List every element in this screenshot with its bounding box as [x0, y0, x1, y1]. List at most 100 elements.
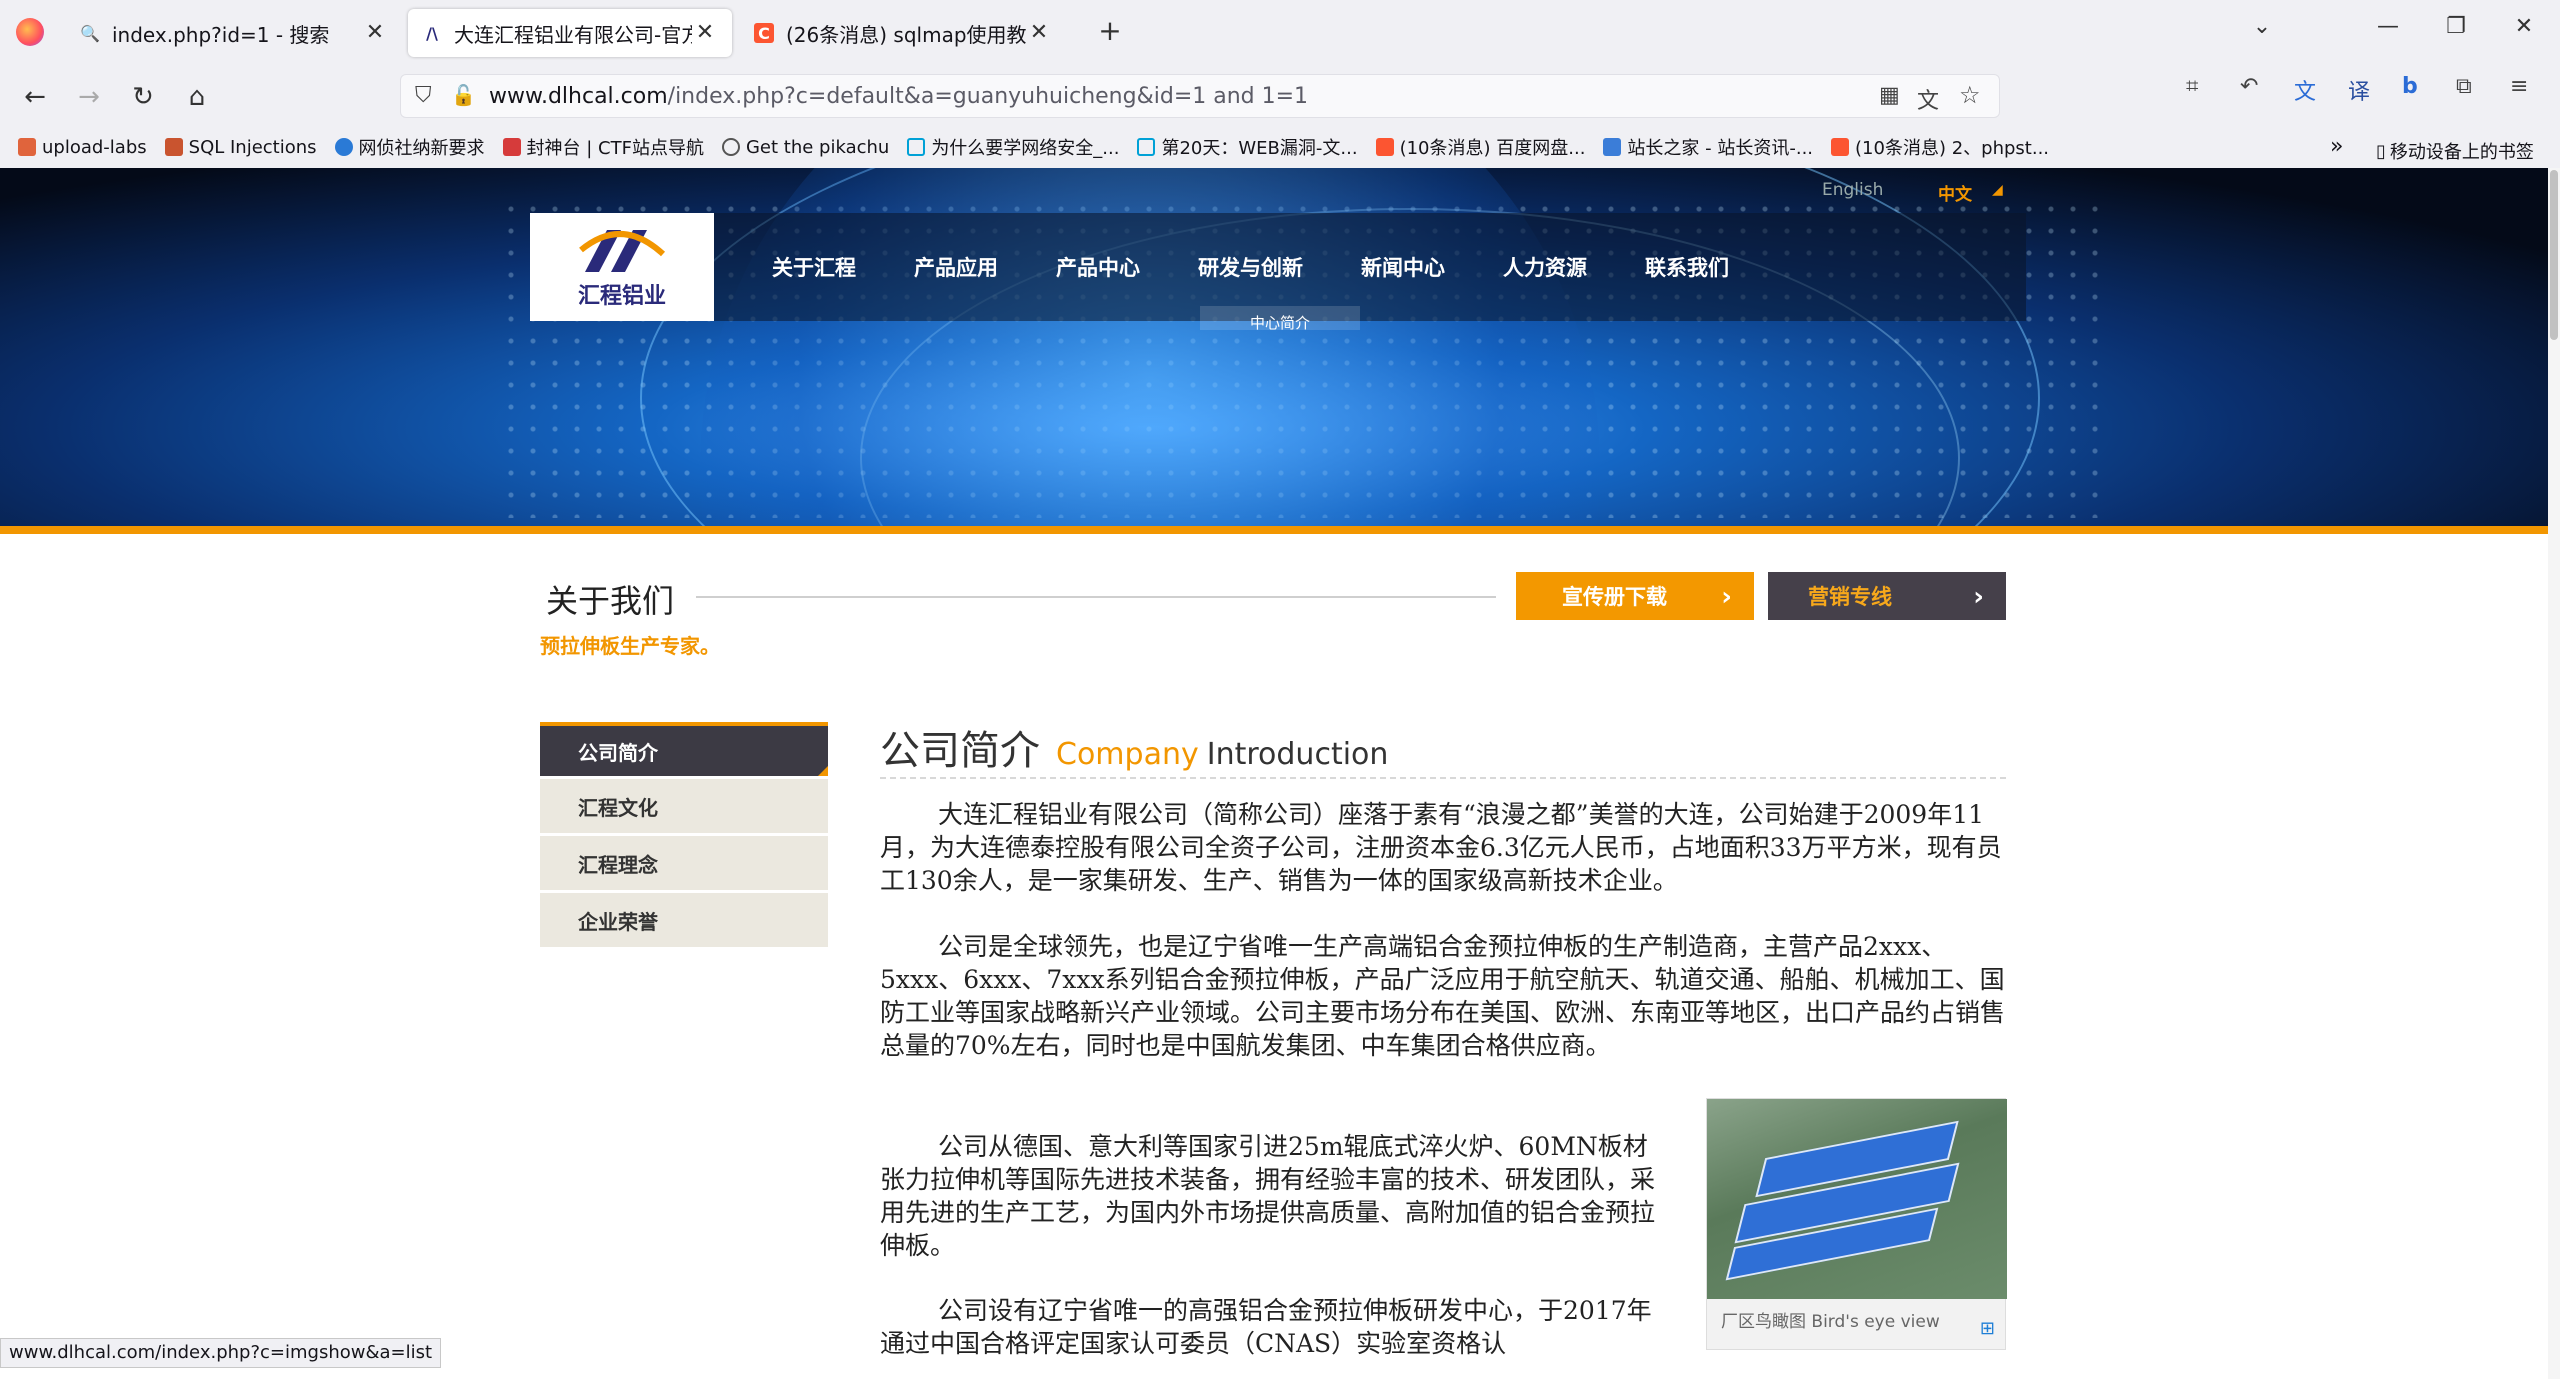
minimize-button[interactable]: —: [2368, 14, 2408, 39]
reload-button[interactable]: ↻: [124, 78, 162, 116]
subnav-item[interactable]: 中心简介: [1250, 314, 1310, 330]
tab-sqlmap[interactable]: C (26条消息) sqlmap使用教程(超 ✕: [740, 9, 1066, 57]
section-subtitle: 预拉伸板生产专家。: [540, 634, 720, 658]
main-nav: 关于汇程 产品应用 产品中心 研发与创新 新闻中心 人力资源 联系我们: [714, 213, 2026, 321]
nav-bar: ← → ↻ ⌂ ⛉ 🔓 www.dlhcal.com/index.php?c=d…: [0, 66, 2560, 126]
bookmark-item[interactable]: upload-labs: [18, 137, 147, 158]
qr-code-icon[interactable]: ▦: [1879, 83, 1900, 108]
nav-about[interactable]: 关于汇程: [772, 252, 856, 282]
bilibili-icon: [1137, 138, 1156, 156]
lang-chinese[interactable]: 中文: [1938, 180, 1972, 205]
close-icon[interactable]: ✕: [362, 20, 388, 46]
csdn-icon: [1831, 138, 1850, 156]
sales-hotline-button[interactable]: 营销专线 ›: [1768, 572, 2006, 620]
side-item-label: 公司简介: [578, 740, 658, 765]
bookmark-item[interactable]: (10条消息) 2、phpst...: [1831, 134, 2049, 160]
bookmark-item[interactable]: SQL Injections: [164, 136, 317, 158]
content-title-en1: Company: [1056, 737, 1199, 772]
side-menu: 公司简介 汇程文化 汇程理念 企业荣誉: [540, 722, 828, 950]
side-item-label: 汇程文化: [578, 795, 658, 820]
lang-english[interactable]: English: [1822, 180, 1883, 200]
nav-contact[interactable]: 联系我们: [1645, 252, 1729, 282]
bookmark-label: 站长之家 - 站长资讯-...: [1627, 138, 1814, 159]
bookmark-label: Get the pikachu: [745, 136, 890, 158]
new-tab-button[interactable]: +: [1090, 14, 1130, 47]
translate-page-icon[interactable]: 译: [2348, 74, 2370, 106]
bookmark-item[interactable]: Get the pikachu: [721, 136, 890, 158]
firefox-menu-icon[interactable]: [16, 18, 44, 46]
url-host: www.dlhcal.com: [489, 83, 668, 109]
close-icon[interactable]: ✕: [1026, 20, 1052, 46]
bookmark-item[interactable]: (10条消息) 百度网盘...: [1375, 134, 1585, 160]
subnav-dropdown[interactable]: 中心简介: [1200, 306, 1360, 330]
side-item-philosophy[interactable]: 汇程理念: [540, 836, 828, 890]
huicheng-favicon-icon: /\: [426, 23, 438, 43]
bilibili-icon: [907, 138, 926, 156]
bing-icon[interactable]: b: [2402, 74, 2418, 99]
bookmark-favicon-icon: [502, 138, 521, 156]
bookmarks-overflow-icon[interactable]: »: [2330, 134, 2343, 159]
button-label: 宣传册下载: [1562, 585, 1667, 609]
side-item-profile[interactable]: 公司简介: [540, 722, 828, 776]
status-bar: www.dlhcal.com/index.php?c=imgshow&a=lis…: [0, 1338, 442, 1368]
mobile-icon: ▯: [2376, 140, 2386, 162]
bookmark-label: (10条消息) 2、phpst...: [1855, 138, 2050, 159]
logo-text: 汇程铝业: [577, 284, 666, 309]
url-bar[interactable]: ⛉ 🔓 www.dlhcal.com/index.php?c=default&a…: [400, 74, 2000, 118]
bookmark-label: upload-labs: [42, 136, 147, 158]
corner-accent: [818, 766, 828, 776]
translate-extension-icon[interactable]: 文: [2294, 74, 2316, 106]
extensions-icon[interactable]: ⧉: [2456, 74, 2472, 99]
list-tabs-icon[interactable]: ⌄: [2242, 14, 2282, 39]
scrollbar-thumb[interactable]: [2550, 170, 2558, 340]
paragraph: 大连汇程铝业有限公司（简称公司）座落于素有“浪漫之都”美誉的大连，公司始建于20…: [880, 800, 2002, 895]
bookmark-item[interactable]: 封神台 | CTF站点导航: [502, 134, 704, 160]
zoom-icon[interactable]: ⊞: [1980, 1318, 1995, 1339]
translate-icon[interactable]: 文: [1917, 83, 1939, 115]
nav-hr[interactable]: 人力资源: [1503, 252, 1587, 282]
undo-icon[interactable]: ↶: [2240, 74, 2258, 99]
screenshot-icon[interactable]: ⌗: [2186, 74, 2198, 99]
side-item-label: 企业荣誉: [578, 909, 658, 934]
window-close-button[interactable]: ✕: [2504, 14, 2544, 39]
factory-photo[interactable]: 厂区鸟瞰图 Bird's eye view ⊞: [1706, 1098, 2007, 1350]
bookmark-label: 封神台 | CTF站点导航: [526, 138, 704, 159]
bookmark-star-icon[interactable]: ☆: [1959, 81, 1981, 109]
bookmark-label: SQL Injections: [188, 136, 317, 158]
restore-button[interactable]: ❐: [2436, 14, 2476, 39]
bookmark-item[interactable]: 站长之家 - 站长资讯-...: [1603, 134, 1813, 160]
nav-applications[interactable]: 产品应用: [914, 252, 998, 282]
bookmark-item[interactable]: 网侦社纳新要求: [334, 134, 485, 160]
title-rule: [696, 596, 1496, 598]
page-scrollbar[interactable]: [2548, 168, 2560, 1379]
tab-title: 大连汇程铝业有限公司-官方网: [454, 22, 692, 47]
side-item-culture[interactable]: 汇程文化: [540, 779, 828, 833]
forward-button[interactable]: →: [70, 78, 108, 116]
mobile-bookmarks[interactable]: ▯ 移动设备上的书签: [2376, 138, 2534, 164]
brochure-download-button[interactable]: 宣传册下载 ›: [1516, 572, 1754, 620]
bookmark-label: 网侦社纳新要求: [358, 138, 485, 159]
close-icon[interactable]: ✕: [692, 20, 718, 46]
bookmark-label: 第20天：WEB漏洞-文...: [1161, 138, 1358, 159]
bookmark-item[interactable]: 第20天：WEB漏洞-文...: [1137, 134, 1358, 160]
nav-products[interactable]: 产品中心: [1056, 252, 1140, 282]
side-item-label: 汇程理念: [578, 852, 658, 877]
tab-strip: 🔍 index.php?id=1 - 搜索 ✕ /\ 大连汇程铝业有限公司-官方…: [0, 0, 2560, 66]
tab-huicheng[interactable]: /\ 大连汇程铝业有限公司-官方网 ✕: [408, 9, 732, 57]
url-path: /index.php?c=default&a=guanyuhuicheng&id…: [667, 83, 1309, 109]
site-logo[interactable]: 汇程铝业: [530, 213, 714, 321]
menu-icon[interactable]: ≡: [2510, 74, 2528, 99]
nav-news[interactable]: 新闻中心: [1361, 252, 1445, 282]
nav-rnd[interactable]: 研发与创新: [1198, 252, 1303, 282]
shield-icon[interactable]: ⛉: [415, 83, 432, 108]
csdn-icon: C: [754, 23, 774, 43]
button-label: 营销专线: [1808, 585, 1892, 609]
home-button[interactable]: ⌂: [178, 78, 216, 116]
tab-title: index.php?id=1 - 搜索: [112, 22, 330, 47]
tab-search[interactable]: 🔍 index.php?id=1 - 搜索 ✕: [66, 9, 402, 57]
side-item-honors[interactable]: 企业荣誉: [540, 893, 828, 947]
bookmark-item[interactable]: 为什么要学网络安全_...: [907, 134, 1119, 160]
bookmark-favicon-icon: [164, 138, 183, 156]
back-button[interactable]: ←: [16, 78, 54, 116]
insecure-lock-icon[interactable]: 🔓: [451, 83, 476, 107]
